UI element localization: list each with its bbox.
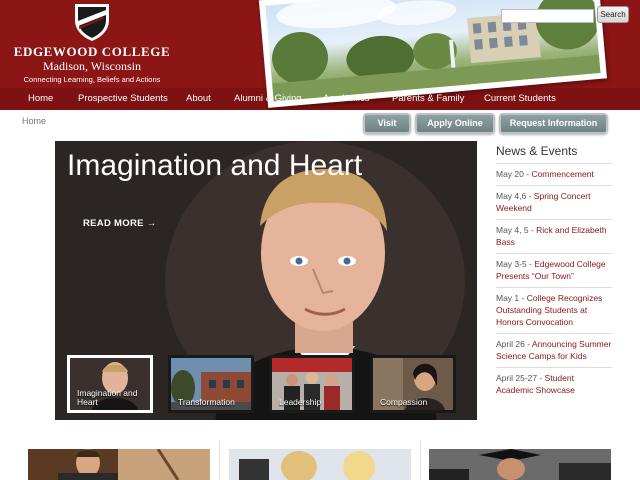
read-more-link[interactable]: READ MORE → [83, 218, 157, 229]
nav-prospective-students[interactable]: Prospective Students [78, 93, 168, 104]
thumb-label: Compassion [380, 397, 428, 407]
feature-card-image-3[interactable] [429, 449, 611, 480]
search-button[interactable]: Search [597, 6, 629, 23]
thumb-label: Imagination and Heart [77, 388, 138, 407]
thumb-transformation[interactable]: Transformation [168, 355, 254, 413]
thumb-label: Transformation [178, 397, 235, 407]
nav-home[interactable]: Home [28, 93, 53, 104]
news-events-panel: News & Events May 20 - Commencement May … [496, 144, 612, 401]
column-divider [420, 440, 421, 480]
news-date: May 4, 5 - [496, 225, 537, 235]
hero-slideshow[interactable]: Imagination and Heart READ MORE → Imagin… [55, 141, 477, 420]
news-heading: News & Events [496, 144, 578, 158]
apply-online-button[interactable]: Apply Online [415, 113, 495, 134]
news-item[interactable]: May 4, 5 - Rick and Elizabeth Bass [496, 219, 612, 253]
search-input[interactable] [501, 9, 594, 23]
breadcrumb[interactable]: Home [22, 116, 46, 126]
student-art-image [28, 449, 210, 480]
thumb-leadership[interactable]: Leadership [269, 355, 355, 413]
news-date: May 3-5 - [496, 259, 535, 269]
news-date: April 25-27 - [496, 373, 545, 383]
nav-parents-family[interactable]: Parents & Family [392, 93, 464, 104]
nav-alumni-giving[interactable]: Alumni & Giving [234, 93, 302, 104]
news-item[interactable]: April 26 - Announcing Summer Science Cam… [496, 333, 612, 367]
news-title[interactable]: Commencement [531, 169, 593, 179]
nav-current-students[interactable]: Current Students [484, 93, 556, 104]
thumb-imagination-and-heart[interactable]: Imagination and Heart [67, 355, 153, 413]
college-tagline: Connecting Learning, Beliefs and Actions [23, 75, 161, 84]
nav-academics[interactable]: Academics [323, 93, 369, 104]
feature-card-image-2[interactable] [229, 449, 411, 480]
students-image [229, 449, 411, 480]
news-item[interactable]: May 4,6 - Spring Concert Weekend [496, 185, 612, 219]
request-information-button[interactable]: Request Information [499, 113, 608, 134]
news-item[interactable]: May 3-5 - Edgewood College Presents “Our… [496, 253, 612, 287]
shield-crest-icon[interactable] [73, 2, 111, 42]
news-date: May 20 - [496, 169, 532, 179]
nav-about[interactable]: About [186, 93, 211, 104]
hero-thumbnails: Imagination and Heart Transformation Lea… [55, 355, 477, 415]
college-name[interactable]: EDGEWOOD COLLEGE [0, 44, 184, 60]
news-date: May 1 - [496, 293, 527, 303]
main-nav: Home Prospective Students About Alumni &… [0, 93, 640, 109]
news-date: May 4,6 - [496, 191, 534, 201]
news-date: April 26 - [496, 339, 532, 349]
visit-button[interactable]: Visit [363, 113, 411, 134]
feature-card-image-1[interactable] [28, 449, 210, 480]
thumb-compassion[interactable]: Compassion [370, 355, 456, 413]
news-item[interactable]: May 20 - Commencement [496, 163, 612, 185]
site-header: EDGEWOOD COLLEGE Madison, Wisconsin Conn… [0, 0, 640, 110]
graduation-image [429, 449, 611, 480]
thumb-label: Leadership [279, 397, 322, 407]
college-city: Madison, Wisconsin [43, 59, 141, 73]
news-item[interactable]: April 25-27 - Student Academic Showcase [496, 367, 612, 401]
news-item[interactable]: May 1 - College Recognizes Outstanding S… [496, 287, 612, 333]
hero-title: Imagination and Heart [67, 149, 363, 182]
column-divider [219, 440, 220, 480]
